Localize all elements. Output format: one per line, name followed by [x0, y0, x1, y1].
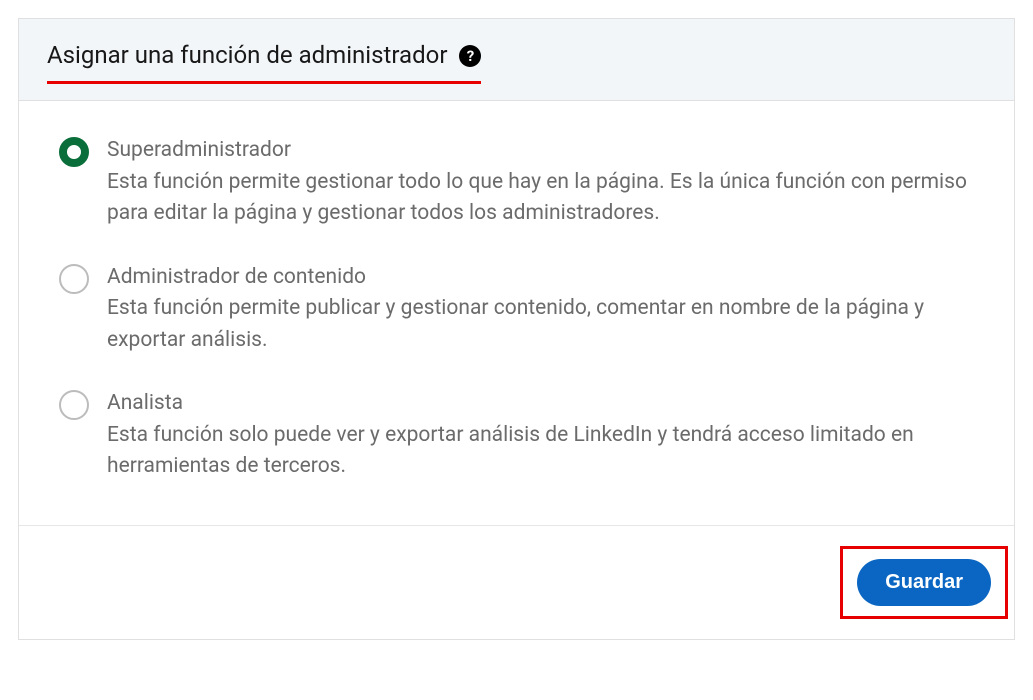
role-text: Superadministrador Esta función permite …: [107, 135, 974, 230]
role-option-content-admin[interactable]: Administrador de contenido Esta función …: [59, 262, 974, 357]
roles-list: Superadministrador Esta función permite …: [19, 101, 1014, 525]
assign-admin-role-panel: Asignar una función de administrador ? S…: [18, 18, 1015, 640]
role-description: Esta función permite gestionar todo lo q…: [107, 167, 974, 230]
radio-button[interactable]: [59, 264, 89, 294]
panel-footer: Guardar: [19, 525, 1014, 639]
role-title: Administrador de contenido: [107, 262, 974, 294]
save-button-highlight: Guardar: [840, 546, 1008, 619]
panel-title: Asignar una función de administrador: [47, 41, 447, 69]
role-option-analyst[interactable]: Analista Esta función solo puede ver y e…: [59, 388, 974, 483]
role-option-superadmin[interactable]: Superadministrador Esta función permite …: [59, 135, 974, 230]
role-title: Superadministrador: [107, 135, 974, 167]
role-text: Administrador de contenido Esta función …: [107, 262, 974, 357]
role-description: Esta función solo puede ver y exportar a…: [107, 420, 974, 483]
role-description: Esta función permite publicar y gestiona…: [107, 293, 974, 356]
header-title-wrapper: Asignar una función de administrador ?: [47, 41, 481, 84]
help-icon[interactable]: ?: [459, 45, 481, 67]
panel-header: Asignar una función de administrador ?: [19, 19, 1014, 101]
radio-button[interactable]: [59, 390, 89, 420]
radio-button[interactable]: [59, 137, 89, 167]
save-button[interactable]: Guardar: [857, 559, 991, 606]
role-text: Analista Esta función solo puede ver y e…: [107, 388, 974, 483]
role-title: Analista: [107, 388, 974, 420]
